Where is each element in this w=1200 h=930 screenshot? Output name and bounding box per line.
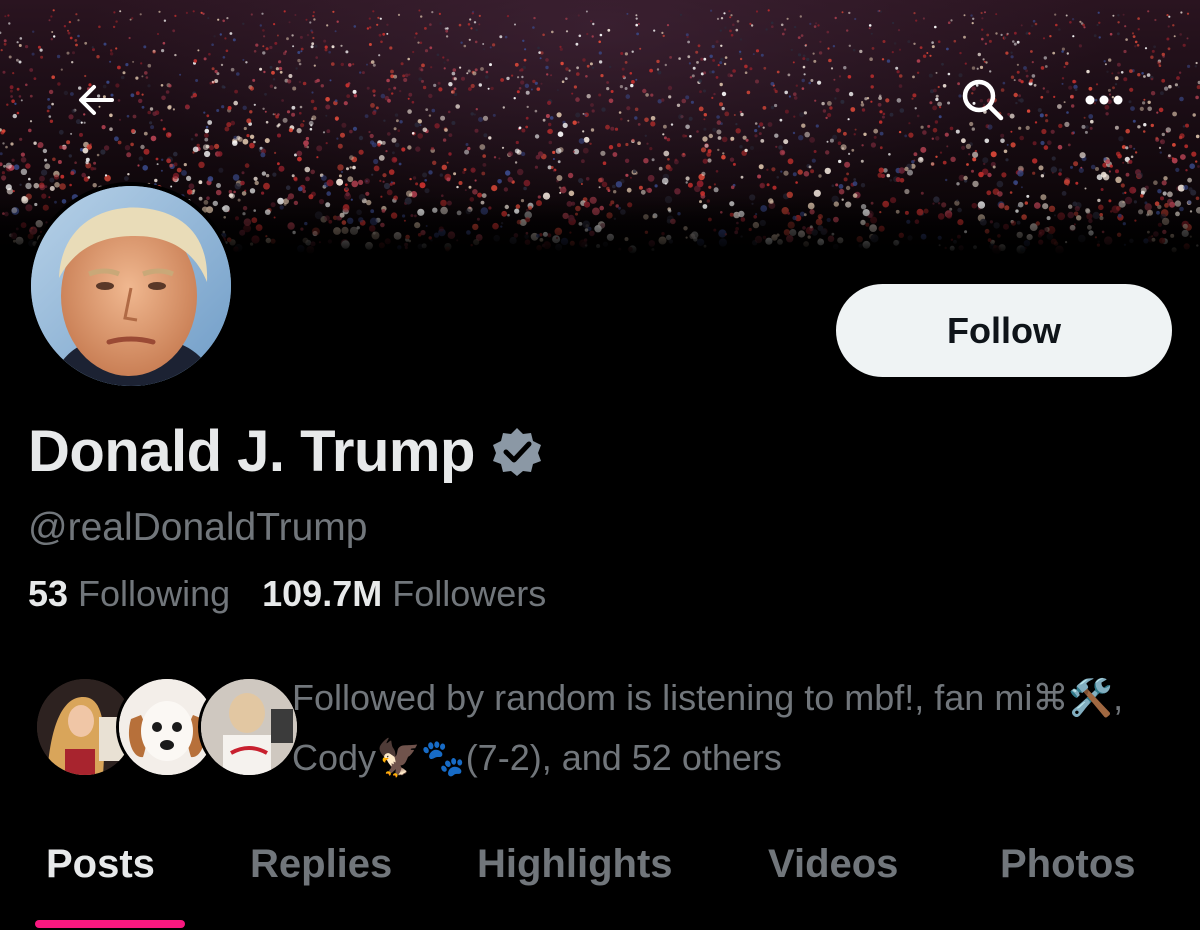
avatar-portrait bbox=[31, 186, 231, 386]
tab-videos[interactable]: Videos bbox=[768, 842, 898, 887]
tab-replies[interactable]: Replies bbox=[250, 842, 392, 887]
follow-button[interactable]: Follow bbox=[836, 284, 1172, 377]
arrow-left-icon bbox=[79, 85, 114, 115]
follow-counts: 53 Following 109.7M Followers bbox=[28, 573, 546, 615]
user-handle: @realDonaldTrump bbox=[28, 506, 368, 549]
following-count: 53 bbox=[28, 573, 69, 614]
follower-avatar bbox=[198, 676, 300, 778]
active-tab-indicator bbox=[35, 920, 185, 928]
followed-by-avatars[interactable] bbox=[34, 676, 300, 778]
tab-highlights[interactable]: Highlights bbox=[477, 842, 673, 887]
tab-posts[interactable]: Posts bbox=[46, 842, 155, 887]
following-link[interactable]: 53 Following bbox=[28, 573, 230, 615]
back-button[interactable] bbox=[68, 72, 124, 128]
more-button[interactable] bbox=[1076, 72, 1132, 128]
followed-by-text[interactable]: Followed by random is listening to mbf!,… bbox=[292, 668, 1172, 788]
followers-link[interactable]: 109.7M Followers bbox=[262, 573, 546, 615]
avatar[interactable] bbox=[27, 182, 235, 390]
search-button[interactable] bbox=[955, 72, 1011, 128]
verified-badge-icon[interactable] bbox=[491, 426, 543, 478]
followers-count: 109.7M bbox=[262, 573, 383, 614]
search-icon bbox=[962, 79, 1004, 121]
follower-avatar-image bbox=[201, 679, 297, 775]
display-name: Donald J. Trump bbox=[28, 419, 475, 484]
name-row: Donald J. Trump bbox=[28, 418, 543, 485]
profile-tabs: Posts Replies Highlights Videos Photos bbox=[0, 830, 1200, 930]
followers-label: Followers bbox=[392, 573, 547, 614]
tab-photos[interactable]: Photos bbox=[1000, 842, 1136, 887]
more-horizontal-icon bbox=[1085, 95, 1123, 105]
following-label: Following bbox=[78, 573, 231, 614]
